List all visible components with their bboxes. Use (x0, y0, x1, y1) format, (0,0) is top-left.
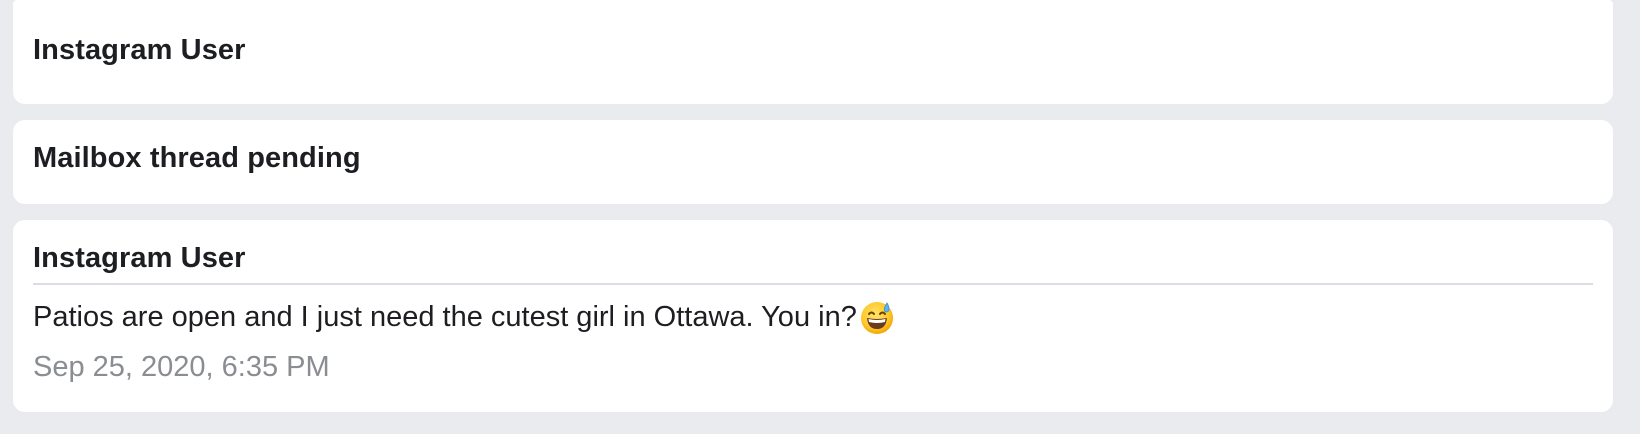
message-timestamp: Sep 25, 2020, 6:35 PM (33, 351, 330, 383)
thread-title: Instagram User (33, 242, 246, 274)
thread-title: Mailbox thread pending (33, 142, 361, 174)
divider (33, 283, 1593, 285)
thread-card: Mailbox thread pending (13, 120, 1613, 204)
thread-card: Instagram User Patios are open and I jus… (13, 220, 1613, 412)
thread-card: Instagram User (13, 0, 1613, 104)
grinning-face-with-sweat-icon (859, 300, 895, 336)
message-body: Patios are open and I just need the cute… (33, 300, 857, 333)
thread-title: Instagram User (33, 34, 246, 66)
message-text: Patios are open and I just need the cute… (33, 299, 895, 335)
